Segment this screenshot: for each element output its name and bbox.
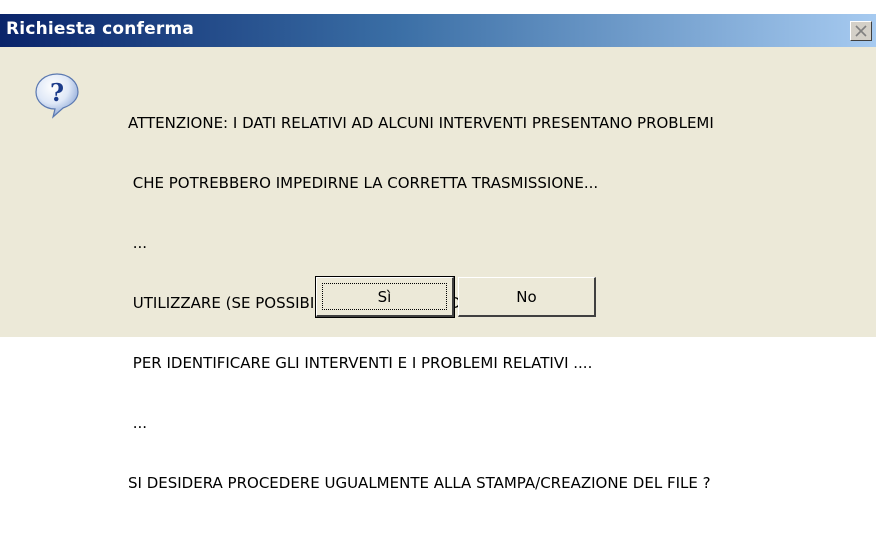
- message-line: CHE POTREBBERO IMPEDIRNE LA CORRETTA TRA…: [128, 174, 599, 192]
- message-line: PER IDENTIFICARE GLI INTERVENTI E I PROB…: [128, 354, 593, 372]
- window-title: Richiesta conferma: [6, 19, 195, 39]
- svg-text:?: ?: [50, 78, 64, 107]
- message-line: ...: [128, 414, 148, 432]
- close-button[interactable]: [850, 21, 872, 41]
- confirm-dialog: Richiesta conferma ? ATTENZIONE: I DATI …: [0, 0, 876, 492]
- message-line: ATTENZIONE: I DATI RELATIVI AD ALCUNI IN…: [128, 114, 714, 132]
- message-line: SI DESIDERA PROCEDERE UGUALMENTE ALLA ST…: [128, 474, 711, 492]
- yes-button-label: Sì: [377, 287, 392, 306]
- close-icon: [855, 25, 867, 37]
- question-icon: ?: [35, 73, 79, 119]
- screen-top-strip: [0, 0, 876, 14]
- no-button[interactable]: No: [458, 277, 596, 317]
- no-button-label: No: [516, 287, 537, 306]
- yes-button[interactable]: Sì: [315, 276, 455, 318]
- message-line: ...: [128, 234, 148, 252]
- title-bar[interactable]: Richiesta conferma: [0, 14, 876, 47]
- dialog-body: ? ATTENZIONE: I DATI RELATIVI AD ALCUNI …: [0, 47, 876, 492]
